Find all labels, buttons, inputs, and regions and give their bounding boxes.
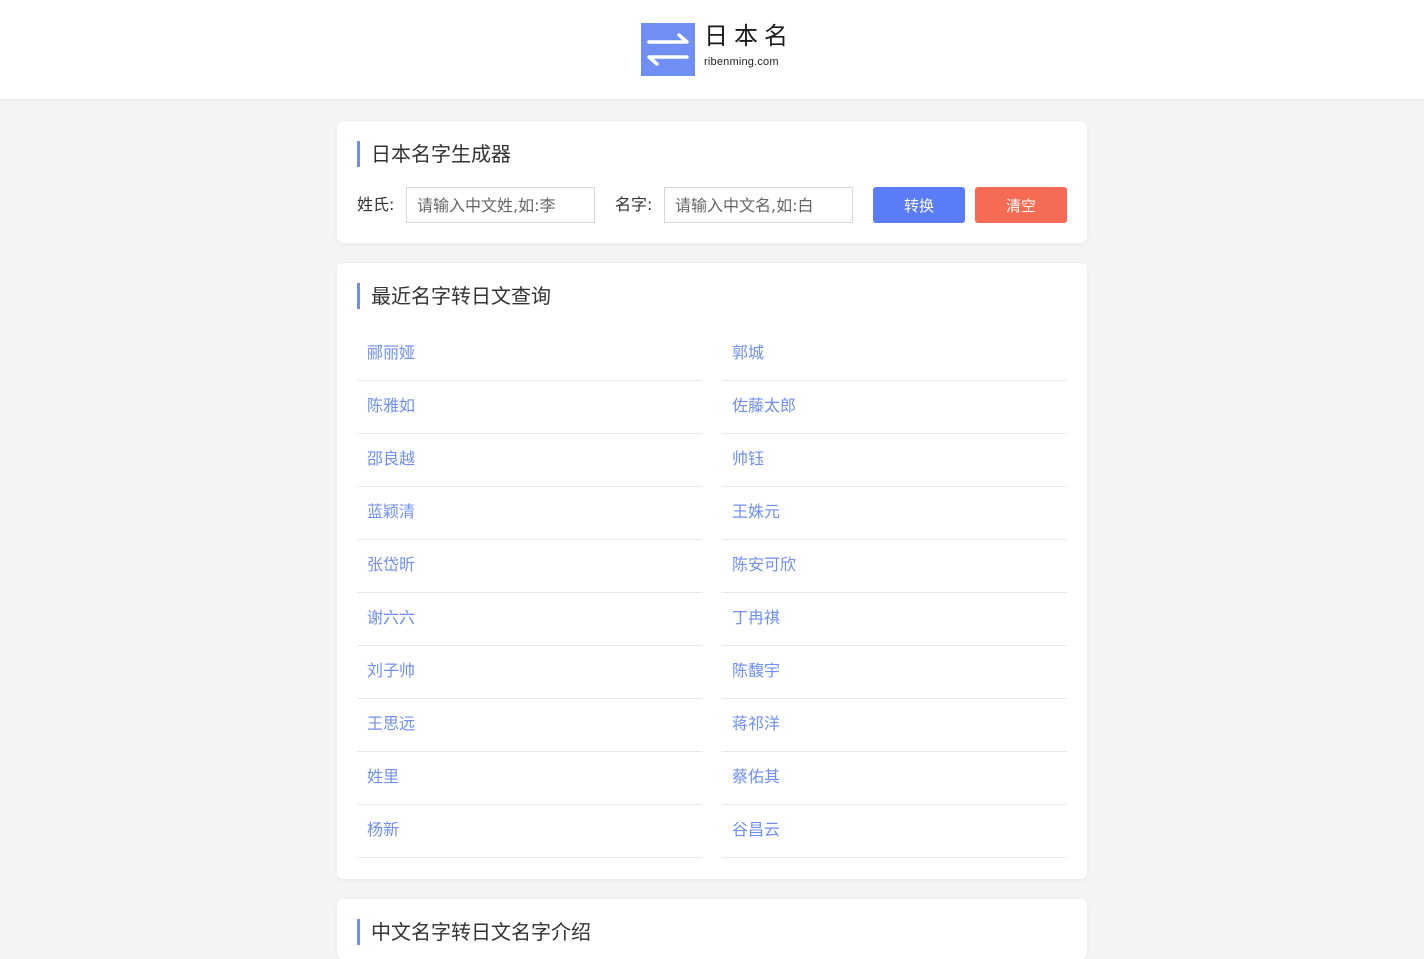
clear-button[interactable]: 清空	[975, 187, 1067, 223]
site-logo[interactable]: 日本名 ribenming.com	[641, 22, 794, 76]
recent-name-link[interactable]: 王思远	[357, 699, 702, 752]
intro-title: 中文名字转日文名字介绍	[357, 919, 591, 945]
recent-name-link[interactable]: 张岱昕	[357, 540, 702, 593]
logo-subtitle: ribenming.com	[704, 56, 779, 68]
swap-arrows-icon	[641, 23, 695, 76]
recent-name-link[interactable]: 蒋祁洋	[722, 699, 1067, 752]
recent-name-link[interactable]: 姓里	[357, 752, 702, 805]
recent-queries-card: 最近名字转日文查询 郦丽娅 郭城 陈雅如 佐藤太郎 邵良越 帅钰 蓝颖清 王姝元…	[337, 263, 1087, 879]
recent-name-link[interactable]: 丁冉祺	[722, 593, 1067, 646]
name-label: 名字:	[615, 195, 653, 214]
recent-title: 最近名字转日文查询	[357, 283, 551, 309]
recent-names-list: 郦丽娅 郭城 陈雅如 佐藤太郎 邵良越 帅钰 蓝颖清 王姝元 张岱昕 陈安可欣 …	[357, 328, 1068, 858]
recent-name-link[interactable]: 佐藤太郎	[722, 381, 1067, 434]
recent-name-link[interactable]: 蓝颖清	[357, 487, 702, 540]
logo-title: 日本名	[704, 22, 794, 50]
recent-name-link[interactable]: 陈馥宇	[722, 646, 1067, 699]
site-header: 日本名 ribenming.com	[0, 0, 1424, 100]
generator-title: 日本名字生成器	[357, 141, 511, 167]
recent-name-link[interactable]: 帅钰	[722, 434, 1067, 487]
recent-name-link[interactable]: 郭城	[722, 328, 1067, 381]
intro-card: 中文名字转日文名字介绍	[337, 899, 1087, 959]
surname-input[interactable]	[406, 187, 595, 223]
recent-name-link[interactable]: 郦丽娅	[357, 328, 702, 381]
convert-button[interactable]: 转换	[873, 187, 965, 223]
recent-name-link[interactable]: 陈雅如	[357, 381, 702, 434]
recent-name-link[interactable]: 王姝元	[722, 487, 1067, 540]
recent-name-link[interactable]: 刘子帅	[357, 646, 702, 699]
recent-name-link[interactable]: 邵良越	[357, 434, 702, 487]
recent-name-link[interactable]: 蔡佑其	[722, 752, 1067, 805]
name-generator-card: 日本名字生成器 姓氏: 名字: 转换 清空	[337, 121, 1087, 243]
surname-label: 姓氏:	[357, 195, 395, 214]
recent-name-link[interactable]: 谢六六	[357, 593, 702, 646]
recent-name-link[interactable]: 陈安可欣	[722, 540, 1067, 593]
recent-name-link[interactable]: 谷昌云	[722, 805, 1067, 858]
recent-name-link[interactable]: 杨新	[357, 805, 702, 858]
given-name-input[interactable]	[664, 187, 853, 223]
